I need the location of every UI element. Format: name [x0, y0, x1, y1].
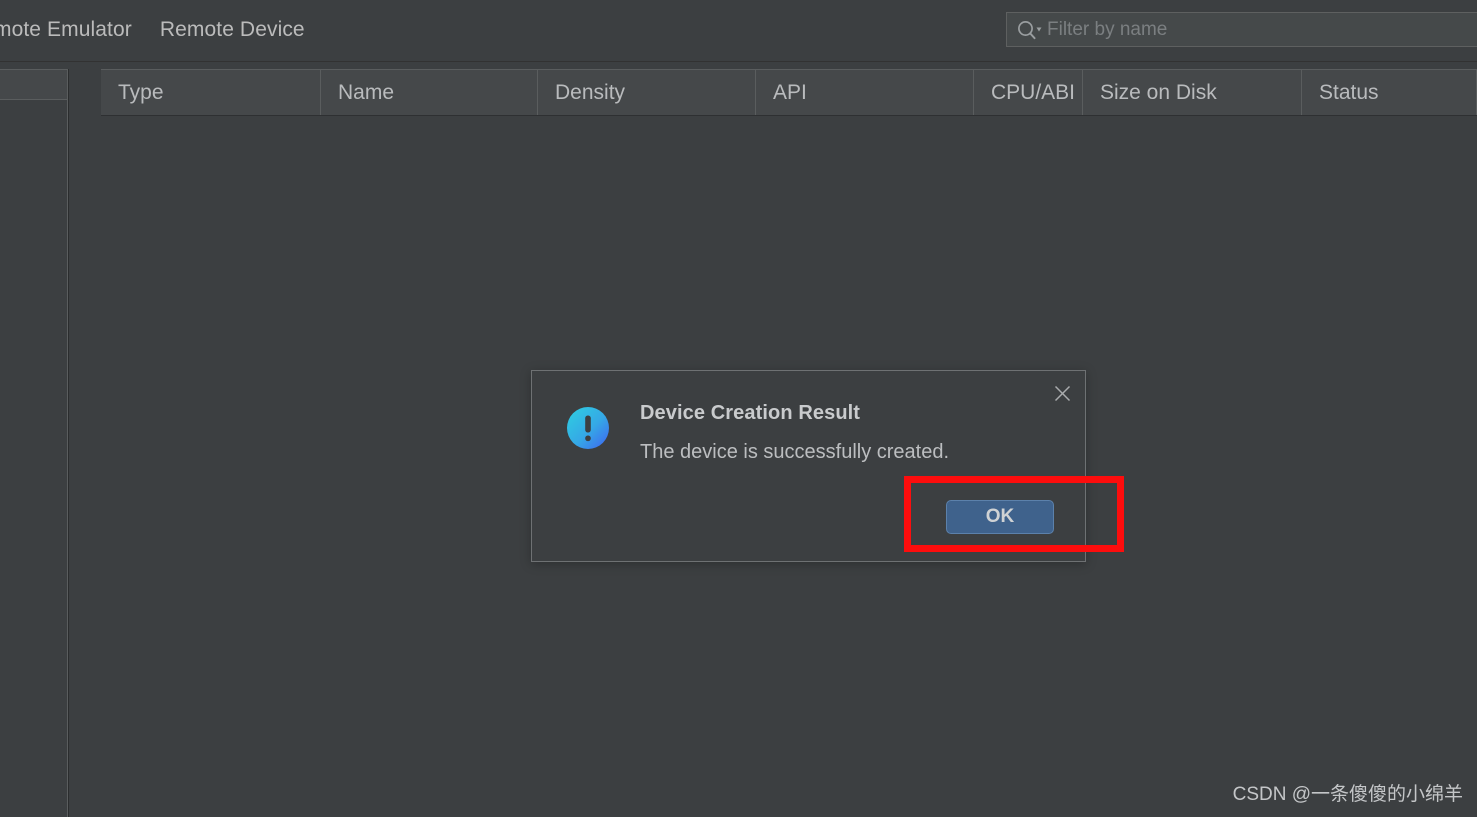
column-header-density-label: Density	[555, 80, 626, 104]
info-exclamation-icon	[566, 406, 610, 450]
watermark: CSDN @一条傻傻的小绵羊	[1232, 784, 1463, 805]
tab-remote-emulator-label: mote Emulator	[0, 18, 132, 41]
device-creation-result-dialog: Device Creation Result The device is suc…	[531, 370, 1086, 562]
ok-button[interactable]: OK	[946, 500, 1054, 534]
dialog-message: The device is successfully created.	[640, 441, 950, 463]
tab-remote-device[interactable]: Remote Device	[160, 18, 305, 42]
column-header-cpu-abi[interactable]: CPU/ABI	[974, 70, 1083, 115]
search-input[interactable]: Filter by name	[1047, 20, 1167, 39]
column-header-size-on-disk[interactable]: Size on Disk	[1083, 70, 1302, 115]
application-window: mote Emulator Remote Device Filter by na…	[0, 0, 1477, 817]
column-header-cpu-abi-label: CPU/ABI	[991, 80, 1076, 104]
column-header-api[interactable]: API	[756, 70, 974, 115]
left-panel-header	[0, 69, 68, 100]
column-header-density[interactable]: Density	[538, 70, 756, 115]
column-header-type[interactable]: Type	[101, 70, 321, 115]
column-header-name-label: Name	[338, 80, 395, 104]
column-header-status[interactable]: Status	[1302, 70, 1477, 115]
dialog-title: Device Creation Result	[640, 402, 861, 424]
column-header-status-label: Status	[1319, 80, 1379, 104]
left-side-panel	[0, 69, 69, 817]
tab-bar: mote Emulator Remote Device	[0, 18, 305, 42]
column-header-size-on-disk-label: Size on Disk	[1100, 80, 1217, 104]
toolbar: mote Emulator Remote Device Filter by na…	[0, 0, 1477, 62]
close-icon[interactable]	[1048, 379, 1076, 407]
table-header-row: Type Name Density API CPU/ABI Size on Di…	[101, 69, 1477, 116]
column-header-api-label: API	[773, 80, 807, 104]
tab-remote-device-label: Remote Device	[159, 18, 305, 41]
filter-search-box[interactable]: Filter by name	[1006, 12, 1477, 47]
column-header-name[interactable]: Name	[321, 70, 538, 115]
tab-remote-emulator[interactable]: mote Emulator	[0, 18, 132, 42]
column-header-type-label: Type	[118, 80, 164, 104]
search-icon[interactable]	[1007, 13, 1051, 46]
left-panel-body	[0, 100, 68, 817]
ok-button-label: OK	[985, 506, 1015, 527]
